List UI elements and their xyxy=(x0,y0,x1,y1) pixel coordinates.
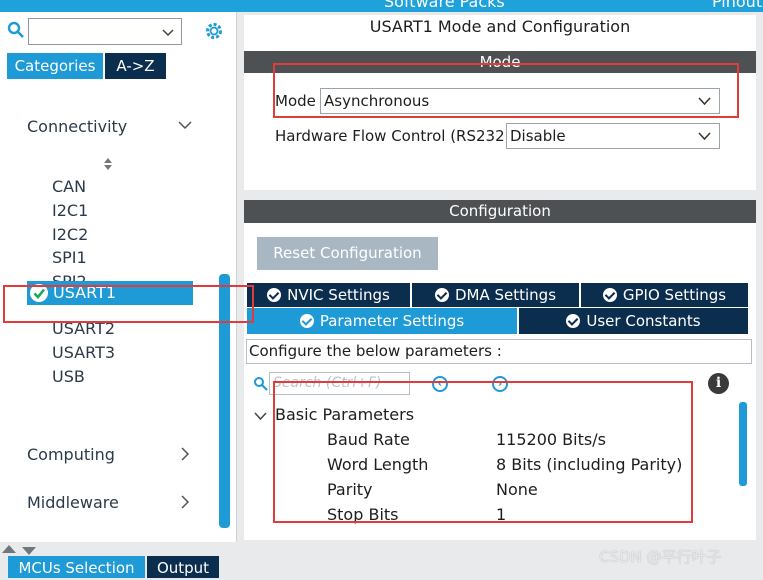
tab-gpio-settings[interactable]: GPIO Settings xyxy=(581,283,748,307)
tab-categories[interactable]: Categories xyxy=(7,53,103,79)
chevron-right-icon[interactable] xyxy=(180,446,190,465)
peripheral-i2c2[interactable]: I2C2 xyxy=(52,225,88,244)
peripheral-can[interactable]: CAN xyxy=(52,177,86,196)
hw-flow-label: Hardware Flow Control (RS232) xyxy=(275,127,511,145)
category-connectivity[interactable]: Connectivity xyxy=(27,117,127,136)
search-icon[interactable] xyxy=(253,376,268,391)
category-search-combo[interactable] xyxy=(28,18,182,45)
configuration-section-header: Configuration xyxy=(244,200,756,223)
configure-instructions: Configure the below parameters : xyxy=(246,339,752,364)
highlight-box-usart1 xyxy=(3,285,254,323)
check-circle-icon xyxy=(434,288,449,302)
page-title: USART1 Mode and Configuration xyxy=(369,17,631,36)
peripheral-i2c1[interactable]: I2C1 xyxy=(52,201,88,220)
chevron-down-icon xyxy=(162,23,174,42)
watermark: CSDN @平行叶子 xyxy=(599,548,722,566)
highlight-box-mode xyxy=(273,63,739,118)
info-icon[interactable]: i xyxy=(708,373,729,394)
tab-parameter-settings[interactable]: Parameter Settings xyxy=(247,308,517,334)
sort-icon[interactable] xyxy=(103,156,113,175)
check-circle-icon xyxy=(299,314,314,328)
chevron-right-icon[interactable] xyxy=(180,494,190,513)
tab-a-to-z[interactable]: A->Z xyxy=(105,53,166,79)
hw-flow-select-value: Disable xyxy=(510,127,566,145)
peripheral-spi1[interactable]: SPI1 xyxy=(52,248,87,267)
highlight-box-parameters xyxy=(273,381,693,523)
software-packs-menu[interactable]: Software Packs xyxy=(384,0,505,11)
tab-label: GPIO Settings xyxy=(622,286,727,304)
category-computing[interactable]: Computing xyxy=(27,445,115,464)
tab-label: DMA Settings xyxy=(454,286,557,304)
peripheral-usart3[interactable]: USART3 xyxy=(52,343,115,362)
tab-label: User Constants xyxy=(586,312,701,330)
chevron-down-icon[interactable] xyxy=(254,407,267,426)
category-middleware[interactable]: Middleware xyxy=(27,493,119,512)
gear-icon[interactable] xyxy=(203,20,225,42)
search-icon[interactable] xyxy=(7,21,25,39)
chevron-down-icon[interactable] xyxy=(178,117,192,136)
top-toolbar: Software Packs Pinout xyxy=(0,0,763,12)
parameters-scrollbar[interactable] xyxy=(739,402,747,486)
check-circle-icon xyxy=(566,314,581,328)
hw-flow-select[interactable]: Disable xyxy=(506,123,720,149)
tab-label: NVIC Settings xyxy=(287,286,390,304)
tab-user-constants[interactable]: User Constants xyxy=(519,308,748,334)
pinout-menu[interactable]: Pinout xyxy=(712,0,762,11)
peripheral-usb[interactable]: USB xyxy=(52,367,85,386)
tab-label: Parameter Settings xyxy=(319,312,465,330)
check-circle-icon xyxy=(267,288,282,302)
reset-configuration-button[interactable]: Reset Configuration xyxy=(257,237,438,270)
tab-dma-settings[interactable]: DMA Settings xyxy=(412,283,579,307)
tab-nvic-settings[interactable]: NVIC Settings xyxy=(247,283,410,307)
check-circle-icon xyxy=(602,288,617,302)
chevron-down-icon xyxy=(698,124,711,157)
